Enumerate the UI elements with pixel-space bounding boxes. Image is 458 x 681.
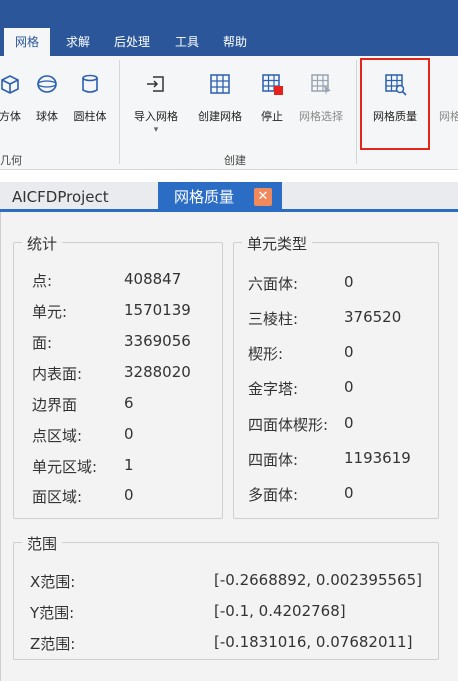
stat-value: 408847 — [124, 270, 182, 288]
range-label: Y范围: — [30, 604, 75, 622]
stat-label: 内表面: — [32, 365, 83, 383]
cell-types-groupbox: 单元类型 六面体: 0 三棱柱: 376520 楔形: 0 金字塔: 0 四面体… — [233, 233, 439, 519]
stat-label: 点: — [32, 272, 53, 290]
import-mesh-button[interactable]: 导入网格 ▾ — [128, 66, 184, 136]
document-tabbar: AICFDProject 网格质量 ✕ — [0, 182, 458, 212]
cell-type-value: 0 — [344, 343, 354, 361]
stats-groupbox: 统计 点: 408847 单元: 1570139 面: 3369056 内表面:… — [13, 233, 223, 519]
grid-select-icon — [311, 74, 331, 95]
cell-type-value: 0 — [344, 273, 354, 291]
mesh-select-label: 网格选择 — [299, 110, 343, 123]
stat-label: 单元区域: — [32, 458, 98, 476]
stat-value: 3288020 — [124, 363, 191, 381]
cell-type-label: 四面体: — [248, 451, 299, 469]
range-value: [-0.1831016, 0.07682011] — [214, 633, 413, 651]
stat-label: 点区域: — [32, 427, 83, 445]
create-mesh-label: 创建网格 — [198, 110, 242, 123]
range-value: [-0.2668892, 0.002395565] — [214, 571, 422, 589]
sphere-button[interactable]: 球体 — [30, 66, 64, 136]
stat-label: 面: — [32, 334, 53, 352]
import-mesh-label: 导入网格 — [134, 110, 178, 123]
stat-value: 0 — [124, 425, 134, 443]
stat-value: 1 — [124, 456, 134, 474]
geometry-group-label: 几何 — [0, 154, 22, 167]
cell-type-label: 三棱柱: — [248, 310, 299, 328]
mesh-partial-label: 网格 — [439, 110, 458, 123]
sphere-icon — [37, 75, 57, 93]
box-button[interactable]: 方体 — [0, 66, 30, 136]
stat-value: 0 — [124, 486, 134, 504]
stat-value: 6 — [124, 394, 134, 412]
menu-tab-postprocess[interactable]: 后处理 — [114, 33, 150, 56]
menu-tab-tools[interactable]: 工具 — [175, 33, 199, 56]
sphere-label: 球体 — [36, 110, 58, 123]
cell-type-label: 四面体楔形: — [248, 416, 329, 434]
mesh-quality-panel: 统计 点: 408847 单元: 1570139 面: 3369056 内表面:… — [0, 212, 458, 681]
mesh-partial-button[interactable]: 网格 — [430, 66, 458, 136]
cell-types-title: 单元类型 — [242, 233, 313, 254]
stop-label: 停止 — [261, 110, 283, 123]
range-value: [-0.1, 0.4202768] — [214, 602, 346, 620]
stop-icon — [262, 74, 283, 95]
stat-value: 1570139 — [124, 301, 191, 319]
cylinder-button[interactable]: 圆柱体 — [68, 66, 112, 136]
range-title: 范围 — [22, 533, 63, 554]
dropdown-caret-icon[interactable]: ▾ — [128, 125, 184, 135]
cell-type-label: 楔形: — [248, 345, 284, 363]
stop-button[interactable]: 停止 — [254, 66, 290, 136]
cell-type-label: 金字塔: — [248, 380, 299, 398]
tab-mesh-quality[interactable]: 网格质量 ✕ — [158, 182, 282, 212]
menu-tab-solve[interactable]: 求解 — [66, 33, 90, 56]
group-divider — [356, 60, 357, 164]
menu-bar: 网格 求解 后处理 工具 帮助 — [0, 0, 458, 56]
stat-label: 面区域: — [32, 488, 83, 506]
close-icon[interactable]: ✕ — [254, 188, 272, 206]
range-label: Z范围: — [30, 635, 76, 653]
menu-tab-help[interactable]: 帮助 — [223, 33, 247, 56]
create-group-label: 创建 — [224, 154, 246, 167]
stat-label: 单元: — [32, 303, 68, 321]
stat-label: 边界面 — [32, 396, 78, 414]
range-label: X范围: — [30, 573, 76, 591]
box-label: 方体 — [0, 110, 21, 123]
cell-type-label: 六面体: — [248, 275, 299, 293]
group-divider — [119, 60, 120, 164]
highlight-box — [360, 58, 430, 150]
tab-project[interactable]: AICFDProject — [0, 182, 158, 212]
cell-type-value: 376520 — [344, 308, 402, 326]
create-mesh-button[interactable]: 创建网格 — [192, 66, 248, 136]
cell-type-value: 0 — [344, 414, 354, 432]
menu-tab-mesh[interactable]: 网格 — [4, 28, 50, 56]
spacer — [0, 170, 458, 182]
cell-type-value: 1193619 — [344, 449, 411, 467]
cell-type-label: 多面体: — [248, 486, 299, 504]
cell-type-value: 0 — [344, 378, 354, 396]
box-icon — [1, 75, 19, 94]
range-groupbox: 范围 X范围: [-0.2668892, 0.002395565] Y范围: [… — [13, 533, 439, 660]
cylinder-label: 圆柱体 — [73, 110, 107, 123]
cell-type-value: 0 — [344, 484, 354, 502]
grid-icon — [210, 74, 230, 94]
import-icon — [147, 76, 164, 92]
stat-value: 3369056 — [124, 332, 191, 350]
cylinder-icon — [82, 74, 98, 93]
tab-mesh-quality-label: 网格质量 — [174, 188, 235, 206]
stats-title: 统计 — [22, 233, 63, 254]
mesh-select-button[interactable]: 网格选择 — [292, 66, 350, 136]
